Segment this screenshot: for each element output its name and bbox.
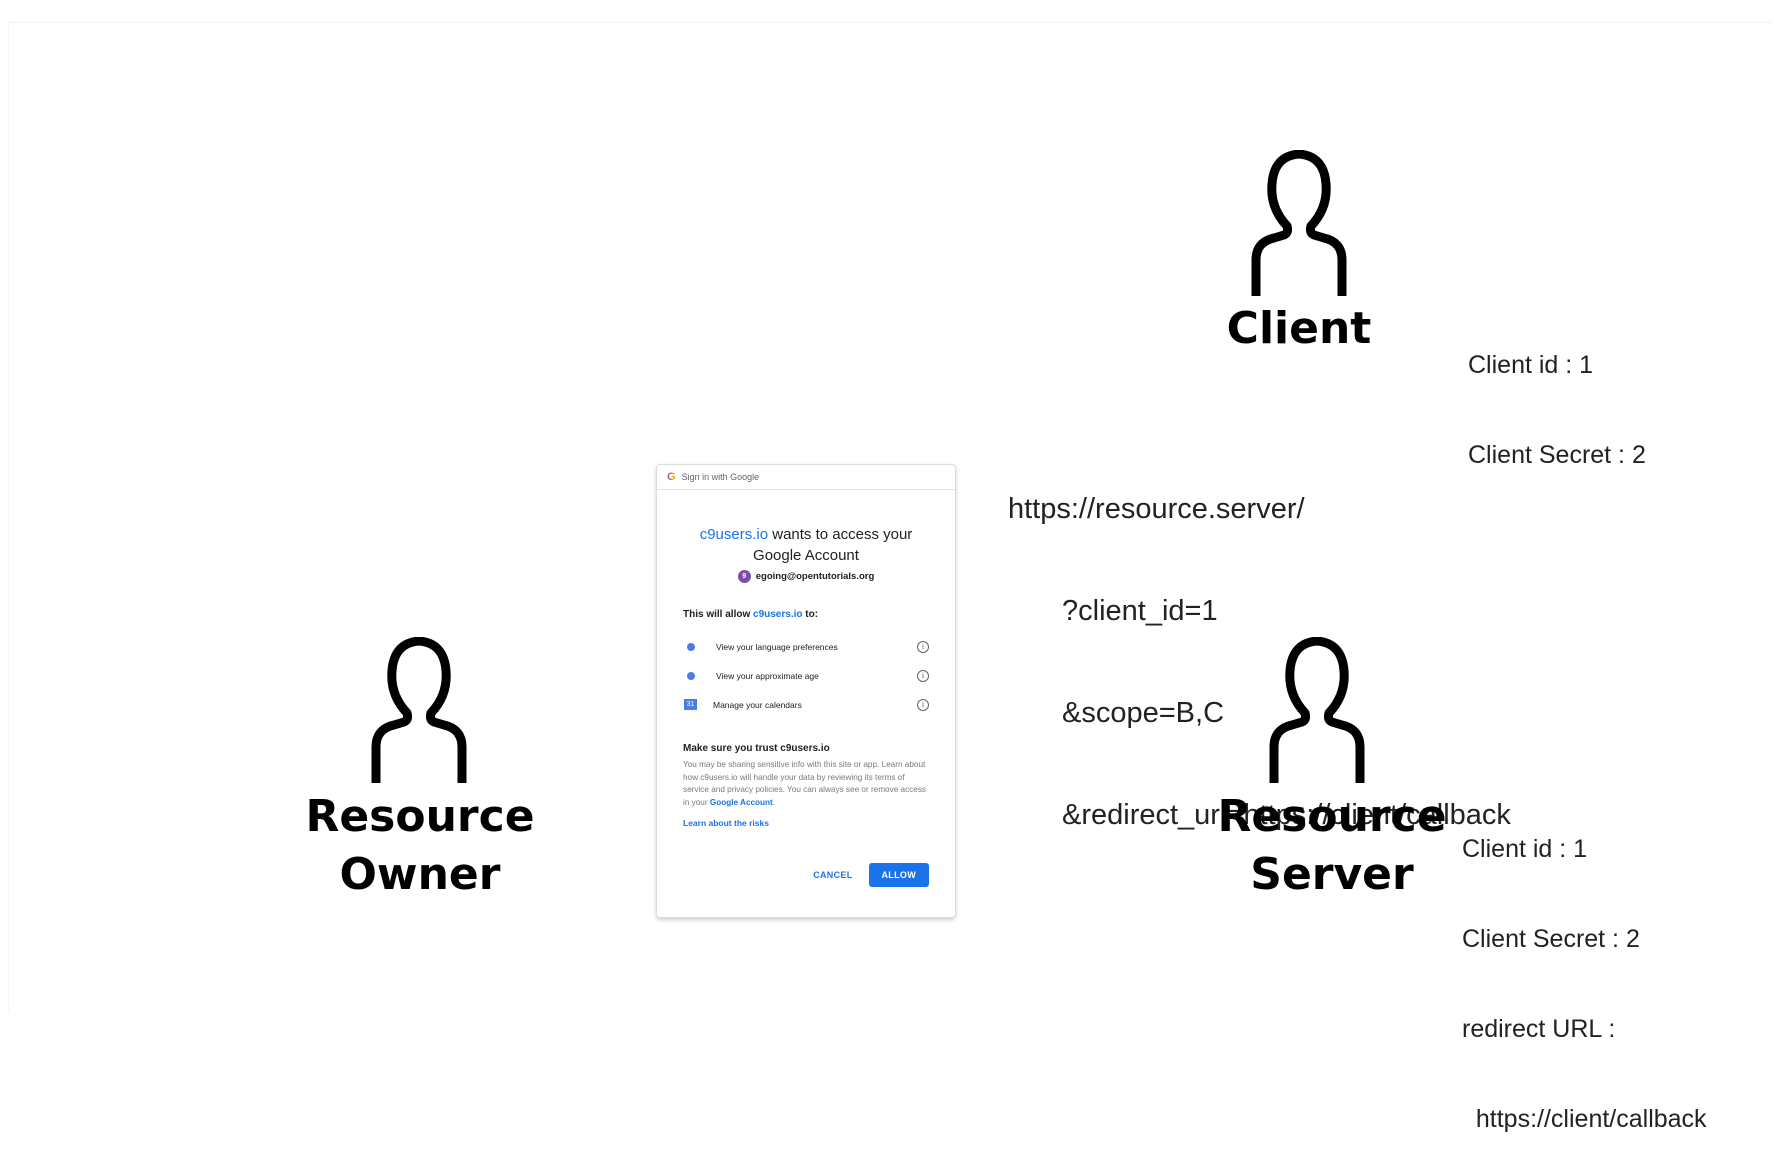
account-email: egoing@opentutorials.org <box>755 571 875 582</box>
url-base: https://resource.server/ <box>1008 493 1305 525</box>
google-logo-icon: G <box>667 471 676 483</box>
google-account-link[interactable]: Google Account <box>710 798 773 807</box>
server-client-secret-text: Client Secret : 2 <box>1462 925 1640 953</box>
dialog-title: c9users.io wants to access your Google A… <box>699 526 913 564</box>
resource-owner-label: Resource Owner <box>305 791 535 900</box>
trust-body: You may be sharing sensitive info with t… <box>683 760 927 807</box>
url-client-id: ?client_id=1 <box>1062 595 1218 627</box>
account-chip[interactable]: 9 egoing@opentutorials.org <box>657 570 955 583</box>
dot-icon <box>687 671 695 680</box>
permission-item[interactable]: 31 Manage your calendars i <box>683 690 929 719</box>
allow-button[interactable]: ALLOW <box>868 863 929 887</box>
client-label: Client <box>1226 303 1372 354</box>
resource-server-person-icon <box>1262 637 1372 785</box>
client-id-text: Client id : 1 <box>1468 351 1594 379</box>
dialog-actions: CANCEL ALLOW <box>813 863 929 887</box>
server-redirect-label: redirect URL : <box>1462 1015 1616 1043</box>
server-redirect-url: https://client/callback <box>1462 1105 1707 1133</box>
info-icon[interactable]: i <box>917 669 929 682</box>
dialog-header: G Sign in with Google <box>657 465 955 490</box>
resource-owner-person-icon <box>364 637 474 785</box>
dialog-app-name[interactable]: c9users.io <box>700 526 768 543</box>
permission-item[interactable]: View your approximate age i <box>683 661 929 690</box>
info-icon[interactable]: i <box>917 698 929 711</box>
calendar-icon: 31 <box>684 699 697 710</box>
resource-server-credentials: Client id : 1 Client Secret : 2 redirect… <box>1462 774 1707 1164</box>
url-scope: &scope=B,C <box>1062 697 1225 729</box>
trust-heading: Make sure you trust c9users.io <box>683 743 830 754</box>
permission-item[interactable]: View your language preferences i <box>683 632 929 661</box>
info-icon[interactable]: i <box>917 640 929 653</box>
resource-server-label: Resource Server <box>1217 791 1447 900</box>
dot-icon <box>687 642 695 651</box>
learn-risks-link[interactable]: Learn about the risks <box>683 818 955 828</box>
google-consent-dialog: G Sign in with Google c9users.io wants t… <box>656 464 956 918</box>
avatar: 9 <box>737 570 751 583</box>
cancel-button[interactable]: CANCEL <box>813 870 852 880</box>
server-client-id-text: Client id : 1 <box>1462 835 1588 863</box>
dialog-header-text: Sign in with Google <box>681 472 760 482</box>
allow-heading: This will allow c9users.io to: <box>683 609 819 620</box>
client-person-icon <box>1244 150 1354 298</box>
